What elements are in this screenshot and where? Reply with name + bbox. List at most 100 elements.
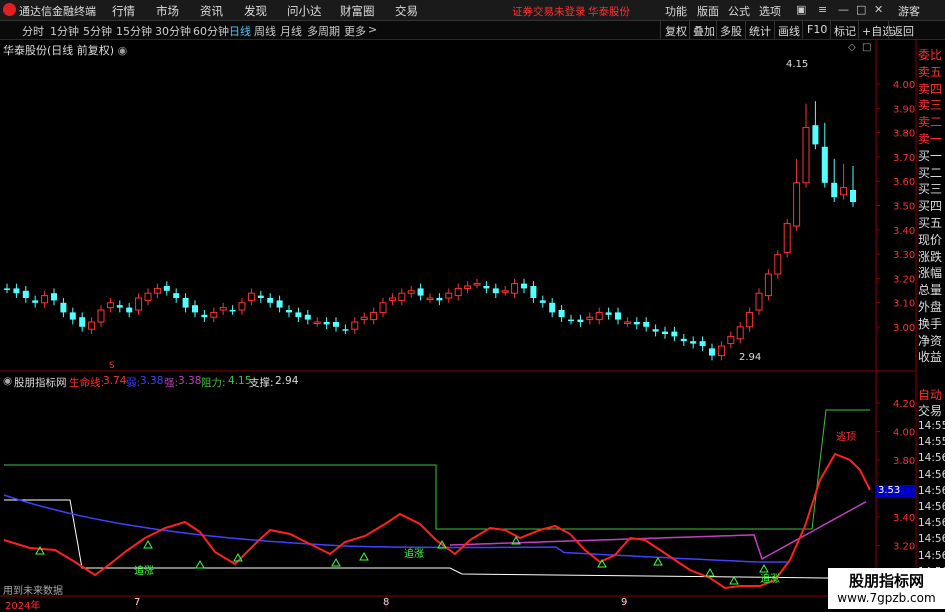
menu-xuanxiang[interactable]: 选项 xyxy=(759,3,781,19)
chevron-right-icon[interactable]: > xyxy=(368,23,377,36)
auto-trade-title[interactable]: 自动 xyxy=(918,386,945,403)
quote-field-label: 收益 xyxy=(918,350,943,365)
candle-body xyxy=(97,309,105,323)
menu-faxian[interactable]: 发现 xyxy=(244,3,267,19)
menu-zixun[interactable]: 资讯 xyxy=(200,3,223,19)
period-30min[interactable]: 30分钟 xyxy=(155,23,191,39)
signal-chase-1: 追涨 xyxy=(134,566,154,577)
quote-field-label: 卖三 xyxy=(918,98,943,113)
period-15min[interactable]: 15分钟 xyxy=(116,23,152,39)
period-fenshi[interactable]: 分时 xyxy=(22,23,44,39)
skin-icon[interactable]: ▣ xyxy=(796,3,806,16)
menu-hangqing[interactable]: 行情 xyxy=(112,3,135,19)
period-1min[interactable]: 1分钟 xyxy=(50,23,79,39)
price-tick: 3.50 xyxy=(893,202,915,213)
menu-caifuquan[interactable]: 财富圈 xyxy=(340,3,375,19)
period-more[interactable]: 更多 xyxy=(344,23,366,39)
signal-chase-3: 追涨 xyxy=(760,574,780,585)
diamond-icon[interactable]: ◇ xyxy=(848,42,856,53)
trade-time: 14:56 xyxy=(918,533,945,546)
settings-circle-icon[interactable]: ◉ xyxy=(118,44,128,57)
current-value-box: 3.53 xyxy=(876,485,916,498)
candle-body xyxy=(764,273,772,297)
trade-time: 14:56 xyxy=(918,549,945,562)
candle-body xyxy=(521,283,527,289)
close-icon[interactable]: ✕ xyxy=(874,3,883,16)
watermark-url: www.7gpzb.com xyxy=(837,591,936,605)
diejia-button[interactable]: 叠加 xyxy=(693,23,715,39)
guest-user[interactable]: 游客 xyxy=(898,3,920,19)
quote-field-label: 换手 xyxy=(918,316,943,331)
trade-time: 14:55 xyxy=(918,436,945,449)
buy-signal-triangle xyxy=(143,539,153,549)
menu-shichang[interactable]: 市场 xyxy=(156,3,179,19)
candle-body xyxy=(774,254,782,275)
menu-gongneng[interactable]: 功能 xyxy=(665,3,687,19)
menu-banmian[interactable]: 版面 xyxy=(697,3,719,19)
candle-body xyxy=(88,321,96,330)
period-daily[interactable]: 日线 xyxy=(229,23,251,39)
candle-body xyxy=(342,329,349,331)
candle-body xyxy=(623,321,631,324)
candle-body xyxy=(32,300,39,303)
menu-gongshi[interactable]: 公式 xyxy=(728,3,750,19)
kline-chart[interactable]: 4.00 3.90 3.80 3.70 3.60 3.50 3.40 3.30 3.20 3.10… xyxy=(0,40,945,609)
price-tick: 3.70 xyxy=(893,153,915,164)
period-monthly[interactable]: 月线 xyxy=(280,23,302,39)
menu-jiaoyi[interactable]: 交易 xyxy=(395,3,418,19)
candle-body xyxy=(238,302,246,311)
candle-body xyxy=(398,292,406,301)
candle-body xyxy=(22,290,29,298)
candle-body xyxy=(370,311,378,321)
weak-label: 弱: xyxy=(126,377,141,389)
huaxian-button[interactable]: 画线 xyxy=(778,23,800,39)
quote-field-label: 卖五 xyxy=(918,64,943,79)
candle-body xyxy=(568,319,574,322)
lifeline-value: 3.74 xyxy=(103,375,127,387)
quote-field-label: 涨幅 xyxy=(918,266,943,281)
candle-body xyxy=(595,311,603,321)
candle-body xyxy=(821,146,828,183)
f10-button[interactable]: F10 xyxy=(807,23,827,36)
minimize-icon[interactable]: — xyxy=(838,3,849,16)
biaoji-button[interactable]: 标记 xyxy=(834,23,856,39)
quote-field-label: 委比 xyxy=(918,48,943,62)
menu-icon[interactable]: ≡ xyxy=(818,3,827,16)
candle-body xyxy=(680,338,687,342)
quote-field-label: 买一 xyxy=(918,148,943,163)
quote-field-label: 卖四 xyxy=(918,81,943,96)
candle-body xyxy=(633,322,640,325)
menu-wenxiaoda[interactable]: 问小达 xyxy=(287,3,322,19)
buy-signal-triangle xyxy=(359,551,369,561)
period-60min[interactable]: 60分钟 xyxy=(193,23,229,39)
candle-body xyxy=(727,335,735,345)
period-multi[interactable]: 多周期 xyxy=(307,23,340,39)
fuquan-button[interactable]: 复权 xyxy=(665,23,687,39)
candle-body xyxy=(267,298,274,303)
period-bar: 分时 1分钟 5分钟 15分钟 30分钟 60分钟 日线 周线 月线 多周期 更… xyxy=(0,21,945,40)
maximize-icon[interactable]: □ xyxy=(856,3,866,16)
candle-body xyxy=(201,314,208,318)
price-axis: 4.00 3.90 3.80 3.70 3.60 3.50 3.40 3.30 3.20 3.10… xyxy=(876,80,915,334)
login-warning[interactable]: 证券交易未登录 xyxy=(512,4,586,19)
indicator-settings-icon[interactable]: ◉ xyxy=(3,375,12,387)
candle-body xyxy=(586,316,594,321)
period-5min[interactable]: 5分钟 xyxy=(83,23,112,39)
candle-body xyxy=(60,302,67,313)
candle-body xyxy=(323,322,330,325)
buy-signal-triangle xyxy=(729,575,739,585)
tongji-button[interactable]: 统计 xyxy=(749,23,771,39)
period-weekly[interactable]: 周线 xyxy=(254,23,276,39)
expand-icon[interactable]: □ xyxy=(862,42,871,53)
trade-time: 14:56 xyxy=(918,484,945,497)
candle-body xyxy=(116,305,123,308)
candle-body xyxy=(257,295,264,298)
trade-time: 14:56 xyxy=(918,517,945,530)
candle-body xyxy=(699,341,706,346)
back-button[interactable]: 返回 xyxy=(892,23,914,39)
trade-time: 14:56 xyxy=(918,452,945,465)
price-tick: 3.20 xyxy=(893,274,915,285)
duogu-button[interactable]: 多股 xyxy=(720,23,742,39)
candle-body xyxy=(351,321,359,330)
signal-top: 逃顶 xyxy=(836,432,856,443)
